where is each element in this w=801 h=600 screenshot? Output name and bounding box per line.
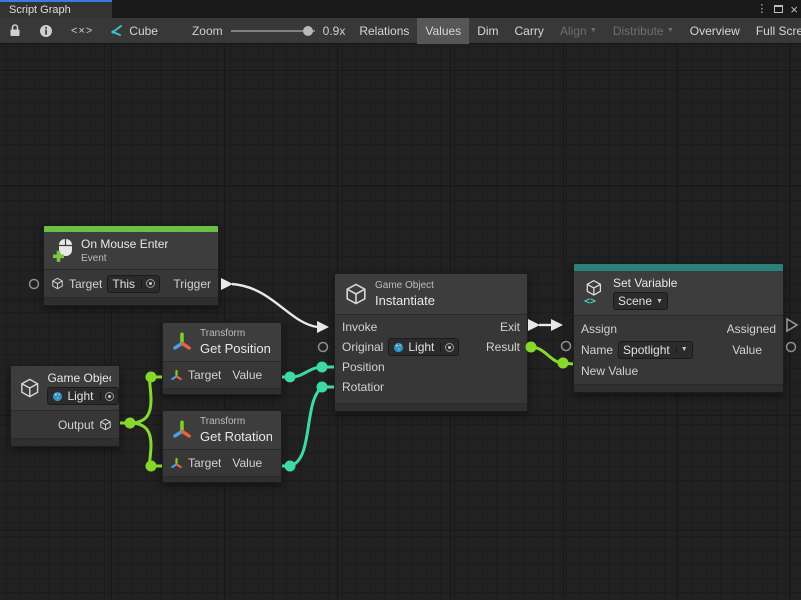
- node-get-position[interactable]: Transform Get Position Target Value: [162, 322, 282, 395]
- node-category: Transform: [200, 328, 271, 339]
- node-footer: [11, 438, 119, 446]
- port-label-result: Result: [486, 340, 520, 354]
- node-footer: [44, 297, 218, 305]
- port-label-rotation: Rotation: [342, 380, 384, 394]
- light-icon: [52, 391, 63, 402]
- full-screen-button[interactable]: Full Screen: [748, 18, 801, 44]
- port-label-trigger: Trigger: [173, 277, 211, 291]
- node-footer: [163, 476, 281, 482]
- node-on-mouse-enter[interactable]: On Mouse Enter Event Target This Trigger: [43, 225, 219, 306]
- port-label-value: Value: [232, 456, 262, 470]
- port-label-name: Name: [581, 343, 613, 357]
- node-title: Set Variable: [613, 276, 677, 290]
- port-label-new-value: New Value: [581, 364, 638, 378]
- port-label-original: Original: [342, 340, 383, 354]
- node-title: Instantiate: [375, 293, 435, 308]
- carry-button[interactable]: Carry: [507, 18, 552, 44]
- object-picker-icon[interactable]: [445, 343, 454, 352]
- target-object-field[interactable]: This: [107, 275, 160, 293]
- zoom-value: 0.9x: [323, 24, 346, 38]
- zoom-slider[interactable]: [231, 25, 315, 37]
- node-get-rotation[interactable]: Transform Get Rotation Target Value: [162, 410, 282, 483]
- transform-icon: [170, 369, 183, 382]
- node-footer: [574, 384, 783, 392]
- port-label-target: Target: [188, 456, 221, 470]
- chevron-down-icon: ▼: [590, 27, 597, 34]
- port-label-target: Target: [69, 277, 102, 291]
- node-title: On Mouse Enter: [81, 237, 168, 251]
- node-instantiate[interactable]: Game Object Instantiate Invoke Exit Orig…: [334, 273, 528, 412]
- transform-icon: [171, 331, 193, 353]
- dim-button[interactable]: Dim: [469, 18, 506, 44]
- variable-name-dropdown[interactable]: Spotlight ▼: [618, 341, 693, 359]
- port-label-value: Value: [732, 343, 776, 357]
- game-object-icon: [51, 277, 64, 290]
- graph-icon: [108, 24, 124, 38]
- tab-script-graph[interactable]: Script Graph: [0, 0, 112, 18]
- maximize-icon[interactable]: [774, 5, 783, 13]
- port-label-value: Value: [232, 368, 262, 382]
- svg-text:<>: <>: [584, 296, 596, 306]
- relations-button[interactable]: Relations: [351, 18, 417, 44]
- node-set-variable[interactable]: <> Set Variable Scene ▼ Assign Assigned …: [573, 263, 784, 393]
- info-icon[interactable]: [30, 18, 62, 44]
- port-label-assigned: Assigned: [727, 322, 776, 336]
- port-label-exit: Exit: [500, 320, 520, 334]
- object-picker-icon[interactable]: [146, 279, 155, 288]
- title-bar: Script Graph ⋮ ×: [0, 0, 801, 18]
- align-dropdown[interactable]: Align ▼: [552, 18, 605, 44]
- port-label-invoke: Invoke: [342, 320, 377, 334]
- graph-name: Cube: [129, 24, 158, 38]
- light-icon: [393, 342, 404, 353]
- node-category: Transform: [200, 416, 272, 427]
- port-label-assign: Assign: [581, 322, 617, 336]
- node-title: Game Object: [47, 371, 111, 385]
- close-icon[interactable]: ×: [790, 3, 798, 16]
- graph-toolbar: <×> Cube Zoom 0.9x Relations Values Dim …: [0, 18, 801, 44]
- node-category: Game Object: [375, 280, 435, 291]
- game-object-icon: [19, 376, 40, 400]
- zoom-slider-handle[interactable]: [303, 26, 313, 36]
- port-label-target: Target: [188, 368, 221, 382]
- node-subtitle: Event: [81, 253, 168, 264]
- unity-script-graph-window: Script Graph ⋮ × <×>: [0, 0, 801, 600]
- port-label-output: Output: [58, 418, 94, 432]
- transform-icon: [171, 419, 193, 441]
- variable-accent-bar: [574, 264, 783, 271]
- node-footer: [163, 388, 281, 394]
- chevron-down-icon: ▼: [656, 298, 663, 305]
- node-title: Get Rotation: [200, 429, 272, 444]
- game-object-icon: [344, 282, 368, 306]
- chevron-down-icon: ▼: [667, 27, 674, 34]
- lock-icon[interactable]: [0, 18, 30, 44]
- window-menu-icon[interactable]: ⋮: [756, 4, 767, 15]
- object-picker-icon[interactable]: [105, 392, 114, 401]
- game-object-icon: [99, 418, 112, 431]
- chevron-down-icon: ▼: [681, 346, 688, 353]
- mouse-enter-icon: [52, 238, 74, 264]
- tab-title: Script Graph: [9, 4, 71, 16]
- light-object-field[interactable]: Light: [47, 387, 118, 405]
- node-title: Get Position: [200, 341, 271, 356]
- set-variable-icon: <>: [582, 280, 606, 306]
- node-game-object-light[interactable]: Game Object Light Output: [10, 365, 120, 447]
- node-footer: [335, 403, 527, 411]
- graph-reference[interactable]: Cube: [102, 24, 164, 38]
- port-label-position: Position: [342, 360, 384, 374]
- zoom-label: Zoom: [192, 24, 223, 38]
- transform-icon: [170, 457, 183, 470]
- edit-code-icon[interactable]: <×>: [62, 18, 102, 44]
- overview-button[interactable]: Overview: [682, 18, 748, 44]
- variable-scope-dropdown[interactable]: Scene ▼: [613, 292, 668, 310]
- values-button[interactable]: Values: [417, 18, 469, 44]
- distribute-dropdown[interactable]: Distribute ▼: [605, 18, 682, 44]
- original-object-field[interactable]: Light: [388, 338, 459, 356]
